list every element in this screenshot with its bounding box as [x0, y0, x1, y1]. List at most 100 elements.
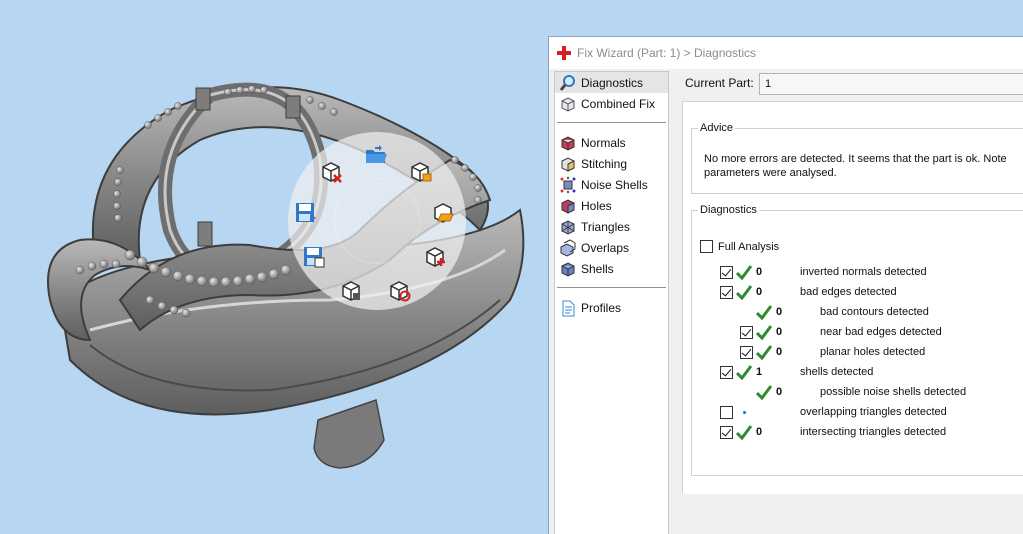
magnifier-icon — [559, 74, 577, 92]
diagnostics-pane: Current Part: 1 Advice No more errors ar… — [675, 69, 1023, 534]
current-part-row: Current Part: 1 — [685, 71, 1023, 95]
holes-cube-icon — [559, 197, 577, 215]
diagnostic-row: 0 possible noise shells detected — [692, 384, 1023, 402]
box-export-icon[interactable] — [431, 200, 457, 226]
nav-label: Shells — [581, 261, 614, 276]
nav-separator — [557, 122, 666, 123]
check-ok-icon — [736, 265, 752, 280]
nav-label: Stitching — [581, 156, 628, 171]
advice-line: No more errors are detected. It seems th… — [704, 153, 1007, 165]
nav-label: Overlaps — [581, 240, 630, 255]
diagnostic-checkbox[interactable] — [740, 326, 753, 339]
folder-open-icon[interactable] — [363, 142, 389, 168]
nav-label: Holes — [581, 198, 612, 213]
diagnostic-label: bad contours detected — [820, 306, 929, 318]
diagnostic-label: shells detected — [800, 366, 874, 378]
advice-group: Advice No more errors are detected. It s… — [691, 122, 1023, 194]
diagnostic-count: 0 — [776, 326, 783, 338]
stitching-cube-icon — [559, 155, 577, 173]
save-icon[interactable] — [293, 200, 319, 226]
fix-wizard-dialog: Fix Wizard (Part: 1) > Diagnostics Diagn… — [548, 36, 1023, 534]
diagnostic-row: 0 bad contours detected — [692, 304, 1023, 322]
cube-rotate-icon[interactable] — [387, 278, 413, 304]
nav-item-triangles[interactable]: Triangles — [555, 216, 668, 237]
diagnostic-count: 0 — [776, 386, 783, 398]
cube-add-icon[interactable] — [423, 244, 449, 270]
diagnostic-label: possible noise shells detected — [820, 386, 967, 398]
diagnostic-count: 0 — [776, 306, 783, 318]
diagnostic-label: inverted normals detected — [800, 266, 927, 278]
check-ok-icon — [736, 425, 752, 440]
diagnostic-count: 0 — [776, 346, 783, 358]
diagnostic-label: near bad edges detected — [820, 326, 942, 338]
diagnostic-label: intersecting triangles detected — [800, 426, 947, 438]
save-as-icon[interactable] — [301, 244, 327, 270]
diagnostic-count: 0 — [756, 286, 763, 298]
advice-legend: Advice — [700, 122, 734, 134]
full-analysis-checkbox[interactable] — [700, 240, 713, 253]
diagnostic-label: overlapping triangles detected — [800, 406, 947, 418]
diagnostic-checkbox[interactable] — [720, 366, 733, 379]
noise-shells-icon — [559, 176, 577, 194]
red-cross-app-icon — [557, 46, 571, 60]
normals-cube-icon — [559, 134, 577, 152]
cube-box-icon[interactable] — [408, 159, 434, 185]
current-part-field[interactable]: 1 — [759, 73, 1023, 95]
diagnostic-row: 0 near bad edges detected — [692, 324, 1023, 342]
advice-text: No more errors are detected. It seems th… — [704, 152, 1023, 180]
check-ok-icon — [736, 285, 752, 300]
nav-label: Triangles — [581, 219, 630, 234]
nav-item-overlaps[interactable]: Overlaps — [555, 237, 668, 258]
nav-item-shells[interactable]: Shells — [555, 258, 668, 279]
check-ok-icon — [756, 385, 772, 400]
diagnostic-checkbox[interactable] — [740, 346, 753, 359]
dialog-body: Diagnostics Combined Fix Normals Stitchi… — [549, 69, 1023, 534]
nav-item-noise-shells[interactable]: Noise Shells — [555, 174, 668, 195]
check-ok-icon — [756, 325, 772, 340]
diagnostic-checkbox[interactable] — [720, 286, 733, 299]
diagnostic-row: 0 intersecting triangles detected — [692, 424, 1023, 442]
radial-quick-menu — [288, 132, 466, 310]
diagnostics-content: Advice No more errors are detected. It s… — [682, 101, 1023, 494]
diagnostics-group: Diagnostics Full Analysis 0 inverted norm… — [691, 204, 1023, 476]
profiles-doc-icon — [559, 299, 577, 317]
diagnostic-checkbox[interactable] — [720, 266, 733, 279]
nav-label: Diagnostics — [581, 75, 644, 90]
3d-viewport[interactable] — [0, 0, 548, 534]
nav-item-holes[interactable]: Holes — [555, 195, 668, 216]
nav-separator — [557, 287, 666, 288]
shells-cube-icon — [559, 260, 577, 278]
cube-hand-icon[interactable] — [339, 278, 365, 304]
diagnostic-count: 1 — [756, 366, 763, 378]
nav-item-stitching[interactable]: Stitching — [555, 153, 668, 174]
current-part-label: Current Part: — [685, 76, 754, 90]
nav-item-normals[interactable]: Normals — [555, 132, 668, 153]
radial-menu-center — [334, 178, 420, 264]
check-ok-icon — [756, 305, 772, 320]
pending-dot-icon — [743, 411, 746, 414]
advice-line: parameters were analysed. — [704, 167, 837, 179]
nav-label: Combined Fix — [581, 96, 656, 111]
overlaps-icon — [559, 238, 577, 257]
diagnostic-count: 0 — [756, 426, 763, 438]
check-ok-icon — [756, 345, 772, 360]
combined-fix-icon — [559, 95, 577, 113]
ring-model[interactable] — [0, 0, 548, 534]
diagnostics-legend: Diagnostics — [700, 204, 757, 216]
cube-delete-icon[interactable] — [319, 159, 345, 185]
diagnostic-row: overlapping triangles detected — [692, 404, 1023, 422]
nav-item-combined-fix[interactable]: Combined Fix — [555, 93, 668, 114]
triangles-icon — [559, 218, 577, 236]
nav-item-profiles[interactable]: Profiles — [555, 297, 668, 318]
dialog-titlebar[interactable]: Fix Wizard (Part: 1) > Diagnostics — [549, 37, 1023, 69]
nav-label: Noise Shells — [581, 177, 648, 192]
diagnostic-checkbox[interactable] — [720, 426, 733, 439]
nav-item-diagnostics[interactable]: Diagnostics — [555, 72, 668, 93]
dialog-title: Fix Wizard (Part: 1) > Diagnostics — [577, 46, 757, 60]
full-analysis-label: Full Analysis — [718, 241, 780, 253]
diagnostic-row: 0 bad edges detected — [692, 284, 1023, 302]
diagnostic-count: 0 — [756, 266, 763, 278]
nav-label: Normals — [581, 135, 626, 150]
check-ok-icon — [736, 365, 752, 380]
diagnostic-checkbox[interactable] — [720, 406, 733, 419]
